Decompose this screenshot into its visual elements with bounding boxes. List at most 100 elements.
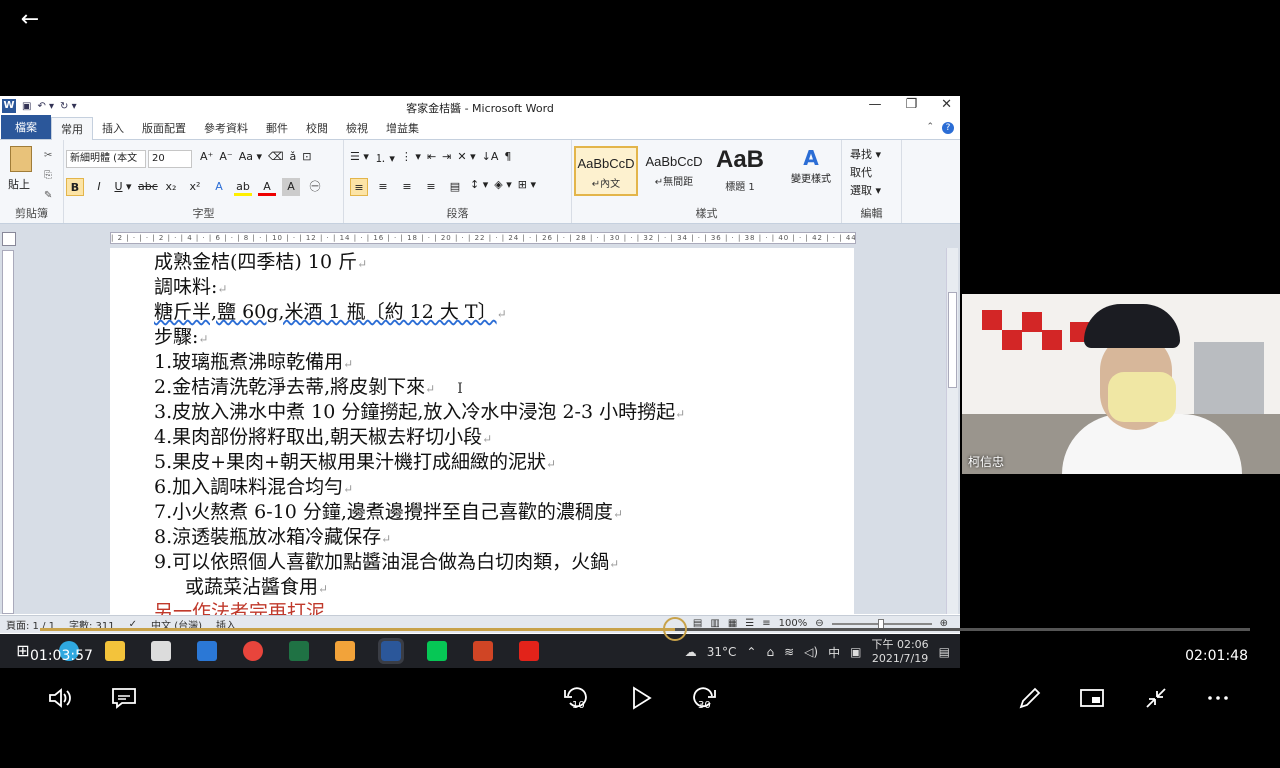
font-size-select[interactable]: 20 (148, 150, 192, 168)
highlight-icon[interactable]: ab (234, 178, 252, 196)
taskbar-clock[interactable]: 下午 02:06 2021/7/19 (871, 638, 928, 666)
align-right-icon[interactable]: ≡ (398, 178, 416, 196)
tab-selector[interactable] (2, 232, 16, 246)
numbering-icon[interactable]: ⒈ ▾ (375, 150, 395, 166)
char-shading-icon[interactable]: A (282, 178, 300, 196)
weather-icon[interactable]: ☁ (685, 645, 697, 659)
tab-home[interactable]: 常用 (51, 117, 93, 140)
annotate-button[interactable] (1012, 684, 1048, 716)
decrease-indent-icon[interactable]: ⇤ (427, 150, 436, 166)
copy-icon[interactable]: ⎘ (44, 166, 52, 186)
bullets-icon[interactable]: ☰ ▾ (350, 150, 369, 166)
maximize-icon[interactable]: ❐ (905, 97, 917, 112)
volume-button[interactable] (42, 684, 78, 716)
powerpoint-icon[interactable] (473, 641, 493, 661)
replace-button[interactable]: 取代 (850, 164, 872, 180)
wifi-icon[interactable]: ≋ (784, 645, 794, 659)
style-no-spacing[interactable]: AaBbCcD ↵無間距 (642, 146, 706, 196)
tab-layout[interactable]: 版面配置 (133, 117, 195, 139)
shrink-font-icon[interactable]: A⁻ (219, 150, 232, 163)
notification-icon[interactable]: ▤ (939, 645, 950, 659)
tab-file[interactable]: 檔案 (1, 115, 51, 139)
superscript-icon[interactable]: x² (186, 178, 204, 196)
mail-icon[interactable] (197, 641, 217, 661)
strikethrough-icon[interactable]: abc (138, 178, 158, 196)
network-icon[interactable]: ⌂ (766, 645, 774, 659)
show-marks-icon[interactable]: ¶ (504, 150, 511, 166)
change-styles-button[interactable]: A 變更樣式 (786, 146, 836, 185)
line-icon[interactable] (427, 641, 447, 661)
document-text[interactable]: 成熟金桔(四季桔) 10 斤↵ 調味料:↵ 糖斤半,鹽 60g,米酒 1 瓶〔約… (154, 250, 685, 620)
justify-icon[interactable]: ≡ (422, 178, 440, 196)
tab-mailings[interactable]: 郵件 (257, 117, 297, 139)
cut-icon[interactable]: ✂ (44, 146, 52, 166)
style-normal[interactable]: AaBbCcD ↵內文 (574, 146, 638, 196)
underline-icon[interactable]: U ▾ (114, 178, 132, 196)
sort-icon[interactable]: ↓A (482, 150, 499, 166)
clear-format-icon[interactable]: ⌫ (268, 150, 284, 163)
paste-icon[interactable] (10, 146, 32, 172)
italic-icon[interactable]: I (90, 178, 108, 196)
file-explorer-icon[interactable] (105, 641, 125, 661)
chrome-icon[interactable] (243, 641, 263, 661)
enclose-char-icon[interactable]: ㊀ (306, 178, 324, 196)
style-heading-1[interactable]: AaB 標題 1 (708, 146, 772, 196)
ime-indicator[interactable]: 中 (828, 644, 840, 661)
store-icon[interactable] (151, 641, 171, 661)
increase-indent-icon[interactable]: ⇥ (442, 150, 451, 166)
bold-icon[interactable]: B (66, 178, 84, 196)
tab-references[interactable]: 參考資料 (195, 117, 257, 139)
font-name-select[interactable]: 新細明體 (本文 (66, 150, 146, 168)
exit-fullscreen-button[interactable] (1138, 684, 1174, 716)
word-taskbar-icon[interactable] (378, 638, 404, 664)
grow-font-icon[interactable]: A⁺ (200, 150, 213, 163)
volume-icon[interactable]: ◁) (804, 645, 818, 659)
subscript-icon[interactable]: x₂ (162, 178, 180, 196)
align-left-icon[interactable]: ≡ (350, 178, 368, 196)
tray-chevron-icon[interactable]: ⌃ (746, 645, 756, 659)
multilevel-icon[interactable]: ⋮ ▾ (401, 150, 421, 166)
vertical-scrollbar[interactable] (946, 248, 958, 614)
more-options-button[interactable] (1200, 684, 1236, 716)
change-case-icon[interactable]: Aa ▾ (239, 150, 262, 163)
text-effects-icon[interactable]: A (210, 178, 228, 196)
document-page[interactable]: 成熟金桔(四季桔) 10 斤↵ 調味料:↵ 糖斤半,鹽 60g,米酒 1 瓶〔約… (110, 248, 854, 620)
participant-video[interactable]: 柯信忠 (962, 294, 1280, 474)
acrobat-icon[interactable] (519, 641, 539, 661)
collapse-ribbon-icon[interactable]: ⌃ (926, 122, 934, 134)
excel-icon[interactable] (289, 641, 309, 661)
paste-button[interactable]: 貼上 (8, 176, 30, 192)
tab-view[interactable]: 檢視 (337, 117, 377, 139)
tab-addins[interactable]: 增益集 (377, 117, 428, 139)
help-icon[interactable]: ? (942, 122, 954, 134)
captions-button[interactable] (106, 684, 142, 716)
asian-layout-icon[interactable]: ✕ ▾ (457, 150, 475, 166)
line-spacing-icon[interactable]: ↕ ▾ (470, 178, 488, 196)
zoom-slider-thumb[interactable] (877, 618, 884, 629)
find-button[interactable]: 尋找 ▾ (850, 146, 881, 162)
close-icon[interactable]: ✕ (941, 97, 952, 112)
weather-temp[interactable]: 31°C (707, 645, 737, 659)
select-button[interactable]: 選取 ▾ (850, 182, 881, 198)
minimize-icon[interactable]: — (868, 97, 881, 112)
forward-30-button[interactable]: 30 (686, 684, 722, 716)
distributed-icon[interactable]: ▤ (446, 178, 464, 196)
scrollbar-thumb[interactable] (948, 292, 957, 388)
tab-review[interactable]: 校閱 (297, 117, 337, 139)
back-arrow-icon[interactable]: ← (10, 6, 50, 34)
media-player-icon[interactable] (335, 641, 355, 661)
horizontal-ruler[interactable]: | 2 | · | · | 2 | · | 4 | · | 6 | · | 8 … (110, 232, 856, 244)
rewind-10-button[interactable]: 10 (558, 684, 594, 716)
playback-progress[interactable] (40, 617, 1250, 641)
shading-icon[interactable]: ◈ ▾ (494, 178, 511, 196)
font-color-icon[interactable]: A (258, 178, 276, 196)
borders-icon[interactable]: ⊞ ▾ (518, 178, 536, 196)
phonetic-icon[interactable]: ǎ (290, 150, 297, 163)
char-border-icon[interactable]: ⊡ (302, 150, 311, 163)
align-center-icon[interactable]: ≡ (374, 178, 392, 196)
mini-view-button[interactable] (1074, 684, 1110, 716)
ime-mode-icon[interactable]: ▣ (850, 645, 861, 659)
tab-insert[interactable]: 插入 (93, 117, 133, 139)
format-painter-icon[interactable]: ✎ (44, 186, 52, 206)
play-button[interactable] (622, 684, 658, 716)
